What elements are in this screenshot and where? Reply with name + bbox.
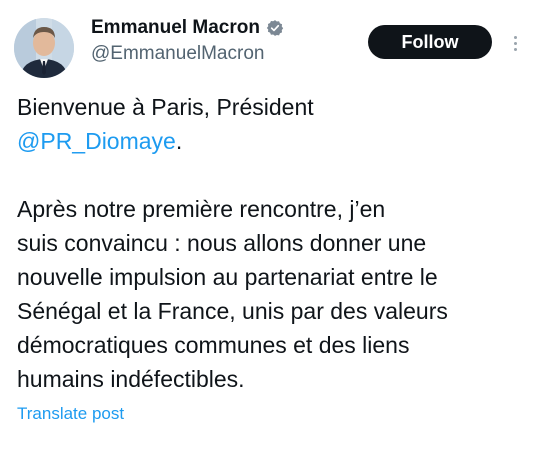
- post-text-line: humains indéfectibles.: [17, 366, 245, 392]
- more-dot: [513, 41, 517, 45]
- name-row: Emmanuel Macron: [91, 18, 284, 37]
- mention-link[interactable]: @PR_Diomaye: [17, 128, 176, 154]
- post-text: Bienvenue à Paris, Président @PR_Diomaye…: [17, 90, 527, 396]
- more-options-icon[interactable]: [508, 30, 522, 56]
- avatar-image: [14, 18, 74, 78]
- author-block: Emmanuel Macron @EmmanuelMacron: [91, 18, 284, 63]
- mention-suffix: .: [175, 128, 183, 154]
- post-text-line: Sénégal et la France, unis par des valeu…: [17, 298, 448, 324]
- user-handle[interactable]: @EmmanuelMacron: [91, 44, 284, 63]
- translate-post-link[interactable]: Translate post: [17, 404, 124, 424]
- post-card: Emmanuel Macron @EmmanuelMacron Follow B…: [0, 0, 543, 457]
- more-dot: [513, 35, 517, 39]
- follow-button[interactable]: Follow: [368, 25, 492, 59]
- verified-badge-icon: [266, 19, 284, 37]
- post-text-line: suis convaincu : nous allons donner une: [17, 230, 427, 256]
- more-dot: [513, 47, 517, 51]
- post-text-line: nouvelle impulsion au partenariat entre …: [17, 264, 438, 290]
- post-text-mention-line: @PR_Diomaye.: [17, 124, 527, 158]
- post-text-line: démocratiques communes et des liens: [17, 332, 410, 358]
- post-text-line: Bienvenue à Paris, Président: [17, 94, 314, 120]
- display-name[interactable]: Emmanuel Macron: [91, 18, 260, 37]
- avatar[interactable]: [14, 18, 74, 78]
- post-text-line: Après notre première rencontre, j’en: [17, 196, 386, 222]
